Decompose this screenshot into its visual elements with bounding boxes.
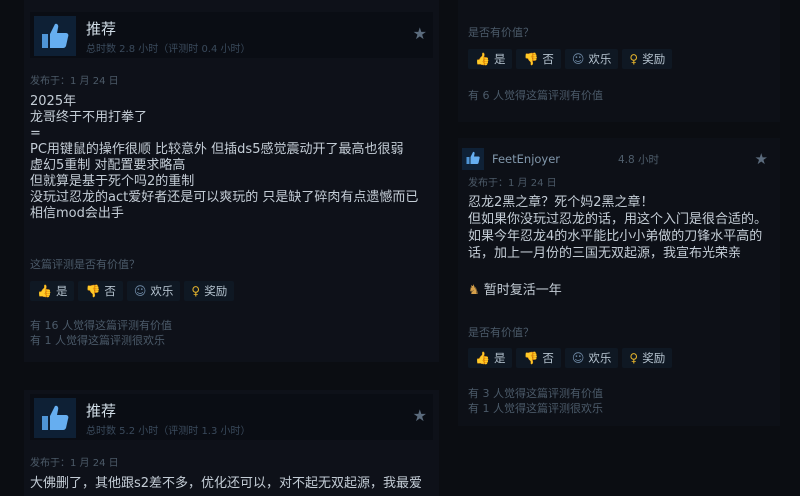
smile-icon: ☺ [571,351,585,365]
funny-count: 有 1 人觉得这篇评测很欢乐 [468,402,603,415]
thumbs-up-icon: 👍 [37,284,52,298]
posted-date: 发布于：1 月 24 日 [30,76,119,87]
username[interactable]: FeetEnjoyer [492,152,560,166]
recommended-thumb-icon [34,398,76,438]
smile-icon: ☺ [571,52,585,66]
review-card: 是否有价值？ 👍 是 👎 否 ☺ 欢乐 ♀ 奖励 有 6 人觉得这篇评测有价值 [458,0,780,122]
vote-no-button[interactable]: 👎 否 [516,348,561,368]
recommended-thumb-icon [462,148,484,170]
vote-yes-button[interactable]: 👍 是 [468,49,513,69]
review-header[interactable]: 推荐 总时数 5.2 小时（评测时 1.3 小时） ★ [30,394,433,440]
vote-funny-button[interactable]: ☺ 欢乐 [126,281,181,301]
thumbs-up-icon: 👍 [475,351,490,365]
review-verdict: 推荐 [86,20,117,38]
award-icon: ♀ [629,52,639,66]
vote-row: 👍 是 👎 否 ☺ 欢乐 ♀ 奖励 [468,348,673,370]
thumbs-up-icon: 👍 [475,52,490,66]
posted-date: 发布于：1 月 24 日 [30,458,119,469]
review-body-tail: ♞ 暂时复活一年 [468,283,562,298]
vote-yes-button[interactable]: 👍 是 [30,281,75,301]
review-verdict: 推荐 [86,402,117,420]
helpful-question: 这篇评测是否有价值？ [30,258,140,271]
horse-emoji-icon: ♞ [468,283,480,298]
review-card: FeetEnjoyer 4.8 小时 ★ 发布于：1 月 24 日 忍龙2黑之章… [458,138,780,426]
thumbs-down-icon: 👎 [85,284,101,298]
award-icon: ♀ [191,284,201,298]
thumbs-down-icon: 👎 [523,52,539,66]
review-hours: 总时数 2.8 小时（评测时 0.4 小时） [86,44,251,55]
review-body: 忍龙2黑之章？死个妈2黑之章！ 但如果你没玩过忍龙的话，用这个入门是很合适的。 … [468,195,768,261]
vote-row: 👍 是 👎 否 ☺ 欢乐 ♀ 奖励 [468,49,673,71]
vote-no-button[interactable]: 👎 否 [78,281,123,301]
thumbs-down-icon: 👎 [523,351,539,365]
helpful-count: 有 3 人觉得这篇评测有价值 [468,387,603,400]
award-button[interactable]: ♀ 奖励 [184,281,235,301]
vote-yes-button[interactable]: 👍 是 [468,348,513,368]
review-header[interactable]: 推荐 总时数 2.8 小时（评测时 0.4 小时） ★ [30,12,433,58]
review-body: 大佛删了，其他跟s2差不多，优化还可以，对不起无双起源，我最爱 [30,476,423,491]
vote-funny-button[interactable]: ☺ 欢乐 [564,348,619,368]
funny-count: 有 1 人觉得这篇评测很欢乐 [30,334,165,347]
review-user-header[interactable]: FeetEnjoyer 4.8 小时 ★ [458,146,780,172]
review-hours: 4.8 小时 [618,154,660,166]
review-body: 2025年 龙哥终于不用打拳了 = PC用键鼠的操作很顺 比较意外 但插ds5感… [30,94,419,221]
vote-row: 👍 是 👎 否 ☺ 欢乐 ♀ 奖励 [30,281,235,303]
posted-date: 发布于：1 月 24 日 [468,178,557,189]
award-button[interactable]: ♀ 奖励 [622,49,673,69]
award-star-icon[interactable]: ★ [755,150,768,168]
vote-funny-button[interactable]: ☺ 欢乐 [564,49,619,69]
recommended-thumb-icon [34,16,76,56]
review-card: 推荐 总时数 2.8 小时（评测时 0.4 小时） ★ 发布于：1 月 24 日… [24,0,439,362]
award-star-icon[interactable]: ★ [413,406,427,425]
vote-no-button[interactable]: 👎 否 [516,49,561,69]
review-hours: 总时数 5.2 小时（评测时 1.3 小时） [86,426,251,437]
award-icon: ♀ [629,351,639,365]
helpful-question: 是否有价值？ [468,26,534,39]
helpful-question: 是否有价值？ [468,326,534,339]
award-button[interactable]: ♀ 奖励 [622,348,673,368]
helpful-count: 有 6 人觉得这篇评测有价值 [468,89,603,102]
review-card: 推荐 总时数 5.2 小时（评测时 1.3 小时） ★ 发布于：1 月 24 日… [24,390,439,496]
award-star-icon[interactable]: ★ [413,24,427,43]
helpful-count: 有 16 人觉得这篇评测有价值 [30,319,172,332]
smile-icon: ☺ [133,284,147,298]
